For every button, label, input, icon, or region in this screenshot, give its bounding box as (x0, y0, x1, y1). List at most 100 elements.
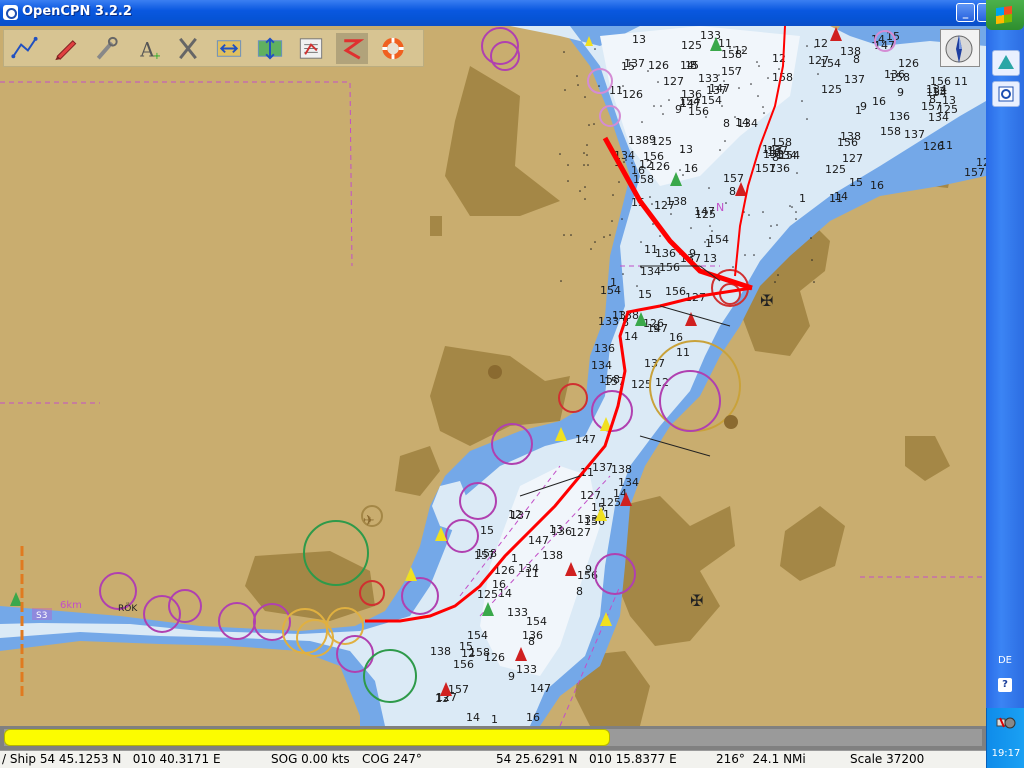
sounding-dot (718, 74, 720, 76)
sounding-dot (577, 84, 579, 86)
depth-sounding: 9 (508, 670, 515, 683)
depth-sounding: 154 (526, 615, 547, 628)
depth-sounding: 147 (709, 82, 730, 95)
sounding-dot (723, 80, 725, 82)
start-button[interactable] (986, 0, 1024, 30)
depth-sounding: 16 (872, 95, 886, 108)
svg-text:6km: 6km (60, 600, 82, 611)
cursor-position: 54 25.6291 N 010 15.8377 E (496, 752, 677, 766)
sounding-dot (660, 105, 662, 107)
window-title: OpenCPN 3.2.2 (22, 4, 132, 19)
maximize-button[interactable] (977, 3, 986, 22)
sounding-dot (647, 70, 649, 72)
depth-sounding: 138 (628, 134, 649, 147)
sounding-dot (770, 225, 772, 227)
depth-sounding: 134 (591, 359, 612, 372)
compass-widget[interactable] (940, 29, 980, 67)
text-toggle-icon: A+ (139, 38, 161, 62)
zoom-out-button[interactable] (254, 33, 286, 64)
network-icon[interactable] (996, 716, 1016, 730)
depth-sounding: 138 (542, 549, 563, 562)
depth-sounding: 16 (669, 331, 683, 344)
sounding-dot (742, 49, 744, 51)
sounding-dot (778, 68, 780, 70)
sounding-dot (584, 198, 586, 200)
zoom-in-button[interactable] (213, 33, 245, 64)
sounding-dot (769, 237, 771, 239)
depth-sounding: 157 (964, 166, 985, 179)
system-tray: 19:17 (986, 708, 1024, 768)
sounding-dot (662, 113, 664, 115)
depth-sounding: 157 (474, 549, 495, 562)
window-titlebar: OpenCPN 3.2.2 _ (0, 0, 986, 26)
bearing-distance: 216° 24.1 NMi (716, 752, 806, 766)
svg-text:S3: S3 (36, 611, 47, 621)
svg-text:RÖK: RÖK (118, 603, 138, 614)
sounding-dot (563, 51, 565, 53)
settings-wrench-button[interactable] (90, 33, 122, 64)
depth-sounding: 8 (772, 151, 779, 164)
course-over-ground: COG 247° (362, 752, 422, 766)
route-manager-button[interactable] (295, 33, 327, 64)
sounding-dot (564, 89, 566, 91)
sounding-dot (813, 281, 815, 283)
depth-sounding: 14 (466, 711, 480, 724)
depth-sounding: 9 (649, 133, 656, 146)
sounding-dot (796, 172, 798, 174)
clock[interactable]: 19:17 (987, 748, 1024, 759)
depth-sounding: 154 (600, 284, 621, 297)
sounding-dot (777, 274, 779, 276)
depth-sounding: 156 (453, 658, 474, 671)
sounding-dot (763, 112, 765, 114)
depth-sounding: 13 (679, 143, 693, 156)
track-button[interactable] (336, 33, 368, 64)
status-bar: / Ship 54 45.1253 N 010 40.3171 E SOG 0.… (0, 750, 986, 768)
sounding-dot (594, 48, 596, 50)
depth-sounding: 127 (570, 526, 591, 539)
sounding-dot (705, 116, 707, 118)
mob-icon (382, 37, 404, 60)
sounding-dot (681, 151, 683, 153)
depth-sounding: 137 (844, 73, 865, 86)
chart-canvas[interactable]: 156 15 147 134 137 125 11 8 158 154 13 136 126 12 9 157… (0, 26, 986, 726)
language-indicator[interactable]: DE (986, 655, 1024, 666)
depth-sounding: 127 (808, 54, 829, 67)
route-manager-icon (299, 38, 323, 59)
depth-sounding: 12 (734, 44, 748, 57)
progress-bar-area (0, 726, 986, 750)
sounding-dot (583, 152, 585, 154)
sounding-dot (586, 144, 588, 146)
route-button[interactable] (8, 33, 40, 64)
sounding-dot (640, 241, 642, 243)
depth-sounding: 15 (480, 524, 494, 537)
depth-sounding: 134 (640, 265, 661, 278)
sounding-dot (785, 144, 787, 146)
help-icon[interactable]: ? (998, 678, 1012, 692)
sounding-dot (644, 167, 646, 169)
sounding-dot (776, 224, 778, 226)
minimize-button[interactable]: _ (956, 3, 975, 22)
sounding-dot (795, 211, 797, 213)
sounding-dot (729, 47, 731, 49)
sounding-dot (593, 123, 595, 125)
sounding-dot (625, 159, 627, 161)
sounding-dot (811, 259, 813, 261)
depth-sounding: 15 (459, 640, 473, 653)
ship-button[interactable] (49, 33, 81, 64)
mob-button[interactable] (377, 33, 409, 64)
sounding-dot (570, 234, 572, 236)
depth-sounding: 126 (622, 88, 643, 101)
depth-sounding: 8 (723, 117, 730, 130)
current-button[interactable] (172, 33, 204, 64)
depth-sounding: 126 (648, 59, 669, 72)
depth-sounding: 9 (897, 86, 904, 99)
sounding-dot (590, 248, 592, 250)
taskbar-item-window[interactable] (992, 81, 1020, 107)
sounding-dot (810, 237, 812, 239)
nautical-chart[interactable]: 1561514713413712511815815413136126129157… (0, 26, 986, 726)
taskbar-item-opencpn[interactable] (992, 50, 1020, 76)
sounding-dot (567, 164, 569, 166)
sounding-dot (694, 102, 696, 104)
text-toggle-button[interactable]: A + (131, 33, 163, 64)
depth-sounding: 136 (594, 342, 615, 355)
